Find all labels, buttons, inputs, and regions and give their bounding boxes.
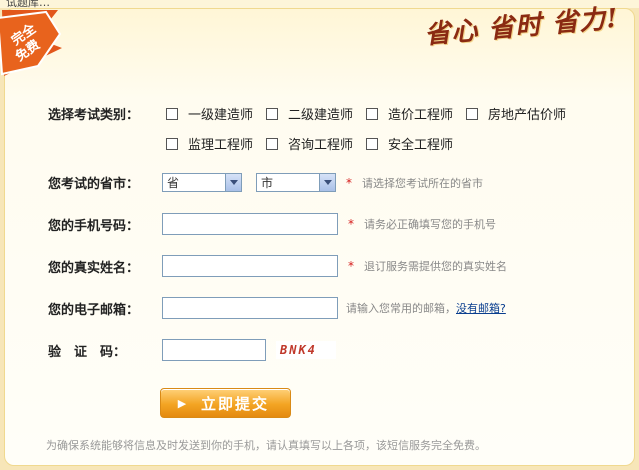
email-input[interactable] [162, 297, 338, 319]
category-option[interactable]: 房地产估价师 [466, 104, 566, 123]
category-option[interactable]: 造价工程师 [366, 104, 453, 123]
slogan-3: 省力! [551, 3, 621, 40]
required-mark: * [348, 259, 354, 273]
required-mark: * [346, 175, 352, 190]
submit-label: 立即提交 [201, 394, 270, 413]
email-hint: 请输入您常用的邮箱， [346, 302, 456, 315]
category-row-2: 监理工程师 咨询工程师 安全工程师 [166, 134, 466, 153]
captcha-input[interactable] [162, 339, 266, 361]
phone-hint: 请务必正确填写您的手机号 [364, 218, 496, 231]
chevron-down-icon [319, 174, 335, 191]
province-row: 您考试的省市： 省 市 * 请选择您考试所在的省市 [48, 173, 483, 192]
email-label: 您的电子邮箱： [48, 302, 140, 318]
checkbox[interactable] [266, 107, 279, 120]
city-select[interactable]: 市 [256, 173, 336, 192]
checkbox[interactable] [266, 137, 279, 150]
category-option[interactable]: 安全工程师 [366, 134, 453, 153]
captcha-image[interactable]: BNK4 [276, 341, 336, 359]
checkbox[interactable] [166, 107, 178, 120]
no-email-link[interactable]: 没有邮箱? [456, 300, 506, 316]
signup-panel [4, 8, 635, 466]
category-option[interactable]: 监理工程师 [166, 134, 253, 153]
name-label: 您的真实姓名： [48, 260, 140, 276]
province-hint: 请选择您考试所在的省市 [362, 176, 483, 190]
category-option[interactable]: 咨询工程师 [266, 134, 353, 153]
required-mark: * [348, 217, 354, 231]
phone-input[interactable] [162, 213, 338, 235]
category-label: 选择考试类别： [48, 108, 140, 123]
name-input[interactable] [162, 255, 338, 277]
checkbox[interactable] [166, 137, 178, 150]
free-badge: 完全 免费 [0, 10, 62, 76]
arrow-right-icon: ▶ [177, 396, 189, 410]
province-select[interactable]: 省 [162, 173, 242, 192]
checkbox[interactable] [366, 137, 379, 150]
submit-button[interactable]: ▶ 立即提交 [160, 388, 291, 418]
category-row: 选择考试类别： 一级建造师 二级建造师 造价工程师 房地产估价师 [48, 104, 579, 123]
category-option[interactable]: 二级建造师 [266, 104, 353, 123]
footer-note: 为确保系统能够将信息及时发送到你的手机，请认真填写以上各项，该短信服务完全免费。 [46, 439, 486, 452]
category-option[interactable]: 一级建造师 [166, 104, 253, 123]
checkbox[interactable] [366, 107, 379, 120]
name-hint: 退订服务需提供您的真实姓名 [364, 260, 507, 273]
name-row: 您的真实姓名： * 退订服务需提供您的真实姓名 [48, 255, 507, 277]
province-label: 您考试的省市： [48, 177, 140, 192]
captcha-row: 验 证 码： BNK4 [48, 339, 336, 361]
chevron-down-icon [225, 174, 241, 191]
slogan-1: 省心 [423, 15, 481, 51]
captcha-label: 验 证 码： [48, 344, 127, 360]
phone-row: 您的手机号码： * 请务必正确填写您的手机号 [48, 213, 496, 235]
email-row: 您的电子邮箱： 请输入您常用的邮箱， 没有邮箱? [48, 297, 506, 319]
phone-label: 您的手机号码： [48, 218, 140, 234]
checkbox[interactable] [466, 107, 479, 120]
slogan-2: 省时 [487, 10, 544, 45]
